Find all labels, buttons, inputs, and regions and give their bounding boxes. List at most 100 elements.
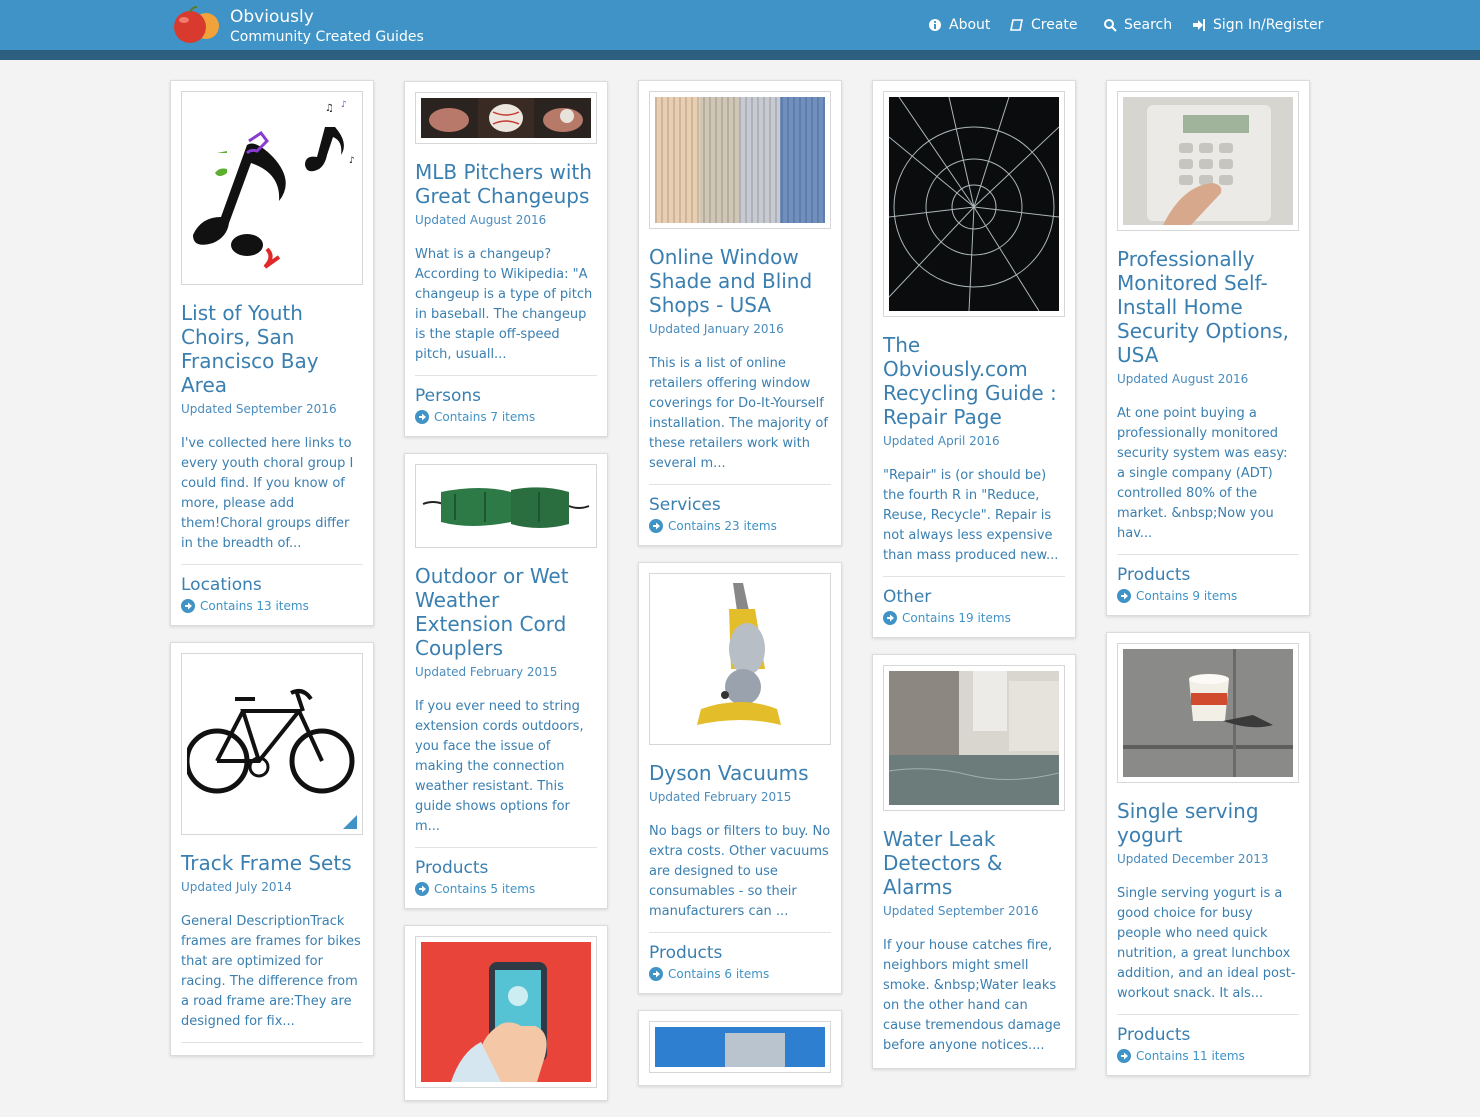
guide-card-yogurt[interactable]: Single serving yogurt Updated December 2… <box>1106 632 1310 1076</box>
yogurt-cup-image <box>1123 649 1293 777</box>
baseball-grip-image <box>421 98 591 138</box>
guide-card-window-shades[interactable]: Online Window Shade and Blind Shops - US… <box>638 80 842 546</box>
nav-signin-label: Sign In/Register <box>1213 17 1324 33</box>
guide-card-youth-choirs[interactable]: ♫ ♪ ♪ List of Youth Choirs, San Francisc… <box>170 80 374 626</box>
guide-title[interactable]: Water Leak Detectors & Alarms <box>883 827 1065 899</box>
nav-create-label: Create <box>1031 17 1078 33</box>
svg-text:♪: ♪ <box>341 100 347 110</box>
music-notes-image: ♫ ♪ ♪ <box>187 97 357 279</box>
guide-thumbnail[interactable] <box>649 573 831 745</box>
broken-glass-image <box>889 97 1059 311</box>
guide-card-dyson[interactable]: Dyson Vacuums Updated February 2015 No b… <box>638 562 842 994</box>
guide-card-recycling[interactable]: The Obviously.com Recycling Guide : Repa… <box>872 80 1076 638</box>
arrow-circle-right-icon <box>649 519 663 533</box>
guide-title[interactable]: Dyson Vacuums <box>649 761 831 785</box>
nav-signin[interactable]: Sign In/Register <box>1192 14 1323 36</box>
guide-thumbnail[interactable] <box>181 653 363 835</box>
guide-title[interactable]: The Obviously.com Recycling Guide : Repa… <box>883 333 1065 429</box>
guide-thumbnail[interactable] <box>415 464 597 548</box>
nav-search-label: Search <box>1124 17 1173 33</box>
divider <box>181 1042 363 1043</box>
arrow-circle-right-icon <box>415 882 429 896</box>
divider <box>649 932 831 933</box>
guide-category[interactable]: Products <box>649 943 831 963</box>
guide-title[interactable]: MLB Pitchers with Great Changeups <box>415 160 597 208</box>
guide-card-track-frames[interactable]: Track Frame Sets Updated July 2014 Gener… <box>170 642 374 1056</box>
divider <box>883 576 1065 577</box>
guide-title[interactable]: Track Frame Sets <box>181 851 363 875</box>
guide-item-count[interactable]: Contains 6 items <box>649 967 831 981</box>
divider <box>415 847 597 848</box>
item-count-label: Contains 11 items <box>1136 1049 1245 1063</box>
guide-item-count[interactable]: Contains 7 items <box>415 410 597 424</box>
guide-thumbnail[interactable]: ♫ ♪ ♪ <box>181 91 363 285</box>
guide-title[interactable]: Outdoor or Wet Weather Extension Cord Co… <box>415 564 597 660</box>
guide-updated: Updated July 2014 <box>181 880 292 894</box>
nav-create[interactable]: Create <box>1010 14 1078 36</box>
guide-title[interactable]: List of Youth Choirs, San Francisco Bay … <box>181 301 363 397</box>
guide-item-count[interactable]: Contains 19 items <box>883 611 1065 625</box>
guide-card-touch-app[interactable] <box>404 925 608 1101</box>
guide-thumbnail[interactable] <box>883 91 1065 317</box>
column-3: Online Window Shade and Blind Shops - US… <box>638 80 842 1102</box>
guide-category[interactable]: Services <box>649 495 831 515</box>
guide-card-home-security[interactable]: Professionally Monitored Self-Install Ho… <box>1106 80 1310 616</box>
guide-description: If your house catches fire, neighbors mi… <box>883 938 1061 1053</box>
column-4: The Obviously.com Recycling Guide : Repa… <box>872 80 1076 1085</box>
cord-coupler-image <box>421 470 591 542</box>
divider <box>1117 554 1299 555</box>
building-sky-image <box>655 1027 825 1067</box>
guide-thumbnail[interactable] <box>415 936 597 1088</box>
guide-updated: Updated February 2015 <box>649 790 792 804</box>
phone-touch-image <box>421 942 591 1082</box>
guide-item-count[interactable]: Contains 9 items <box>1117 589 1299 603</box>
guide-description: General DescriptionTrack frames are fram… <box>181 914 361 1029</box>
arrow-circle-right-icon <box>649 967 663 981</box>
guide-thumbnail[interactable] <box>649 1021 831 1073</box>
window-blinds-image <box>655 97 825 223</box>
guide-description: Single serving yogurt is a good choice f… <box>1117 886 1296 1001</box>
guide-updated: Updated February 2015 <box>415 665 558 679</box>
sign-in-icon <box>1193 19 1205 31</box>
guide-thumbnail[interactable] <box>1117 643 1299 783</box>
guide-category[interactable]: Locations <box>181 575 363 595</box>
divider <box>1117 1014 1299 1015</box>
guide-item-count[interactable]: Contains 11 items <box>1117 1049 1299 1063</box>
guide-card-water-leak[interactable]: Water Leak Detectors & Alarms Updated Se… <box>872 654 1076 1069</box>
guide-title[interactable]: Online Window Shade and Blind Shops - US… <box>649 245 831 317</box>
nav-about[interactable]: About <box>928 14 990 36</box>
guide-category[interactable]: Persons <box>415 386 597 406</box>
guide-thumbnail[interactable] <box>1117 91 1299 231</box>
item-count-label: Contains 23 items <box>668 519 777 533</box>
guide-category[interactable]: Products <box>1117 1025 1299 1045</box>
guide-thumbnail[interactable] <box>883 665 1065 811</box>
vacuum-image <box>655 579 825 739</box>
guide-card-mlb-pitchers[interactable]: MLB Pitchers with Great Changeups Update… <box>404 81 608 437</box>
guide-category[interactable]: Products <box>415 858 597 878</box>
divider <box>415 375 597 376</box>
guide-thumbnail[interactable] <box>415 92 597 144</box>
alarm-keypad-image <box>1123 97 1293 225</box>
bicycle-image <box>187 659 357 829</box>
guide-updated: Updated April 2016 <box>883 434 1000 448</box>
guide-title[interactable]: Professionally Monitored Self-Install Ho… <box>1117 247 1299 367</box>
item-count-label: Contains 5 items <box>434 882 536 896</box>
brand-tagline: Community Created Guides <box>230 29 424 45</box>
guide-item-count[interactable]: Contains 23 items <box>649 519 831 533</box>
guide-thumbnail[interactable] <box>649 91 831 229</box>
guide-description: This is a list of online retailers offer… <box>649 356 828 471</box>
item-count-label: Contains 7 items <box>434 410 536 424</box>
divider <box>181 564 363 565</box>
flooded-room-image <box>889 671 1059 805</box>
guide-item-count[interactable]: Contains 13 items <box>181 599 363 613</box>
guide-updated: Updated September 2016 <box>883 904 1039 918</box>
guide-category[interactable]: Other <box>883 587 1065 607</box>
guide-updated: Updated September 2016 <box>181 402 337 416</box>
guide-category[interactable]: Products <box>1117 565 1299 585</box>
guide-item-count[interactable]: Contains 5 items <box>415 882 597 896</box>
nav-search[interactable]: Search <box>1103 14 1172 36</box>
guide-title[interactable]: Single serving yogurt <box>1117 799 1299 847</box>
item-count-label: Contains 6 items <box>668 967 770 981</box>
guide-card-building[interactable] <box>638 1010 842 1086</box>
guide-card-extension-cord[interactable]: Outdoor or Wet Weather Extension Cord Co… <box>404 453 608 909</box>
